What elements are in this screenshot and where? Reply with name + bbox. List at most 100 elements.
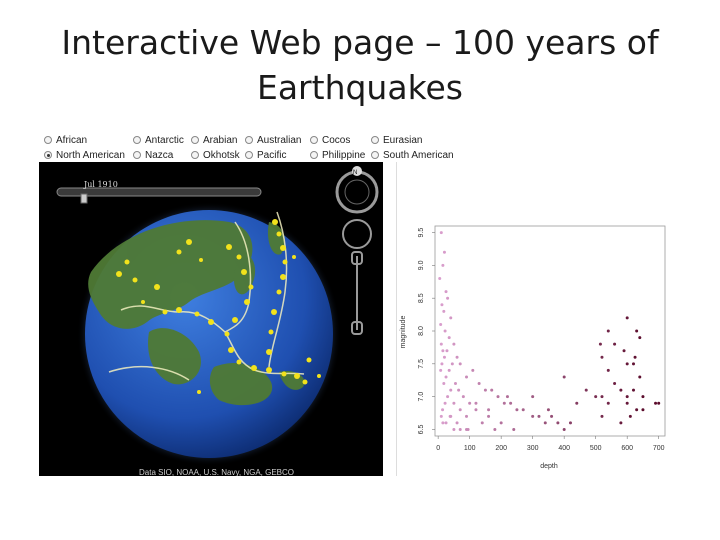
data-point — [638, 375, 642, 379]
plate-option-eurasian[interactable]: Eurasian — [371, 133, 422, 147]
data-point — [562, 375, 566, 379]
radio-button-selected[interactable] — [44, 151, 52, 159]
plate-label: Eurasian — [383, 134, 423, 146]
globe-viewer[interactable]: N Jul 1910 Data SIO, NOAA, U.S. Navy, NG… — [39, 162, 383, 476]
radio-button[interactable] — [245, 136, 253, 144]
compass-ring[interactable] — [335, 170, 379, 214]
data-point — [465, 375, 469, 379]
data-point — [600, 395, 604, 399]
data-point — [440, 303, 444, 307]
plate-option-philippine[interactable]: Philippine — [310, 148, 365, 162]
data-point — [598, 342, 602, 346]
data-point — [600, 355, 604, 359]
data-point — [441, 408, 445, 412]
plate-option-north-american[interactable]: North American — [44, 148, 125, 162]
scatter-chart: 6.5 7.0 7.5 8.0 8.5 9.0 9.5 0 100 200 300 400 500 60… — [400, 225, 666, 470]
data-point — [625, 316, 629, 320]
data-point — [449, 316, 453, 320]
radio-button[interactable] — [191, 151, 199, 159]
data-point — [613, 382, 617, 385]
x-tick-label: 400 — [558, 445, 570, 452]
data-point — [543, 421, 547, 425]
data-point — [439, 322, 443, 326]
x-tick-label: 600 — [621, 445, 633, 452]
plate-option-cocos[interactable]: Cocos — [310, 133, 350, 147]
data-point — [439, 342, 443, 346]
radio-button[interactable] — [133, 136, 141, 144]
plate-label: Cocos — [322, 134, 351, 146]
x-tick-label: 700 — [653, 445, 665, 452]
data-point — [633, 355, 637, 359]
globe-canvas[interactable]: N — [39, 162, 383, 476]
data-point — [466, 427, 470, 431]
data-point — [468, 401, 472, 405]
data-point — [631, 362, 635, 366]
plate-label: Arabian — [203, 134, 238, 146]
y-tick-label: 8.5 — [418, 293, 425, 303]
plate-option-african[interactable]: African — [44, 133, 87, 147]
plate-label: African — [56, 134, 88, 146]
data-point — [575, 401, 579, 405]
timeline-slider[interactable] — [56, 187, 262, 197]
look-joystick[interactable] — [342, 219, 372, 249]
plate-option-okhotsk[interactable]: Okhotsk — [191, 148, 240, 162]
data-point — [442, 382, 446, 385]
data-point — [444, 421, 448, 425]
data-point — [446, 296, 450, 300]
plate-option-arabian[interactable]: Arabian — [191, 133, 237, 147]
x-tick-label: 300 — [527, 445, 539, 452]
radio-button[interactable] — [310, 136, 318, 144]
data-point — [546, 408, 550, 412]
data-point — [477, 382, 481, 385]
radio-button[interactable] — [371, 151, 379, 159]
plate-filter: African Antarctic Arabian Australian Coc… — [40, 133, 480, 163]
data-point — [550, 414, 554, 418]
data-point — [487, 414, 491, 418]
radio-button[interactable] — [44, 136, 52, 144]
timeline-date: Jul 1910 — [84, 180, 118, 189]
data-point — [568, 421, 572, 425]
data-point — [502, 401, 506, 405]
data-point — [600, 414, 604, 418]
data-point — [447, 336, 451, 340]
data-point — [499, 421, 503, 425]
radio-button[interactable] — [191, 136, 199, 144]
plate-label: South American — [383, 149, 454, 161]
plate-option-australian[interactable]: Australian — [245, 133, 301, 147]
data-point — [471, 368, 475, 372]
radio-button[interactable] — [310, 151, 318, 159]
plate-label: Pacific — [257, 149, 287, 161]
data-point — [461, 395, 465, 399]
data-point — [641, 395, 645, 399]
data-point — [631, 388, 635, 392]
y-tick-label: 9.0 — [418, 260, 425, 270]
data-point — [638, 336, 642, 340]
plate-option-antarctic[interactable]: Antarctic — [133, 133, 184, 147]
data-point — [606, 329, 610, 333]
data-point — [440, 362, 444, 366]
timeline-handle[interactable] — [80, 193, 88, 204]
data-point — [443, 329, 447, 333]
data-point — [657, 401, 661, 405]
radio-button[interactable] — [245, 151, 253, 159]
plate-option-nazca[interactable]: Nazca — [133, 148, 173, 162]
data-point — [625, 401, 629, 405]
y-tick-label: 8.0 — [418, 326, 425, 336]
radio-button[interactable] — [371, 136, 379, 144]
data-point — [562, 427, 566, 431]
plate-label: Australian — [257, 134, 302, 146]
plate-option-south-american[interactable]: South American — [371, 148, 454, 162]
y-tick-label: 7.5 — [418, 359, 425, 369]
data-point — [641, 408, 645, 412]
plate-label: Nazca — [145, 149, 174, 161]
x-tick-label: 500 — [590, 445, 602, 452]
data-point — [625, 362, 629, 366]
data-point — [442, 355, 446, 359]
plate-option-pacific[interactable]: Pacific — [245, 148, 286, 162]
radio-button[interactable] — [133, 151, 141, 159]
data-point — [457, 388, 461, 392]
x-axis: 0 100 200 300 400 500 600 700 — [436, 436, 665, 452]
data-point — [441, 421, 445, 425]
data-point — [654, 401, 658, 405]
data-points — [438, 231, 661, 431]
